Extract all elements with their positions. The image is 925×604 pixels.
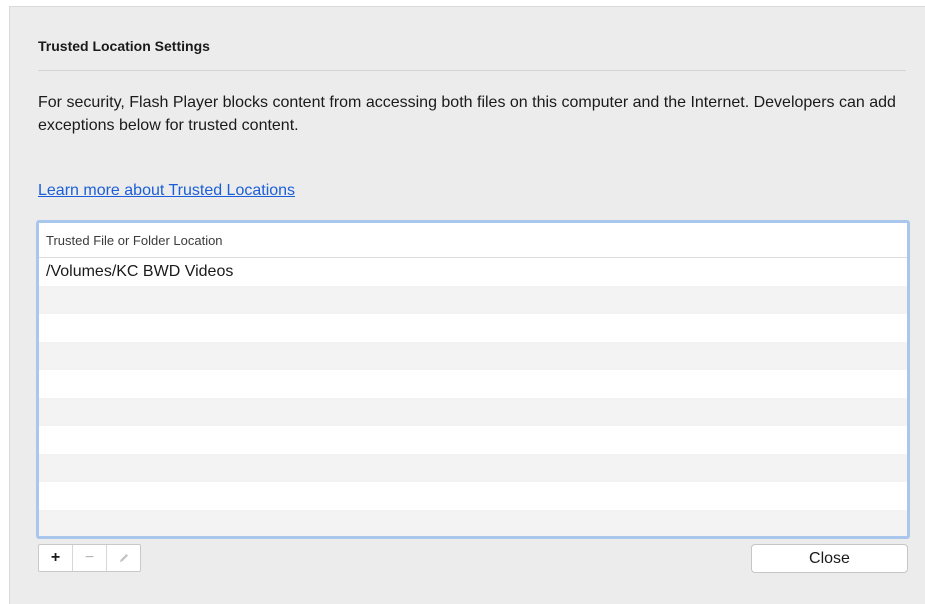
- table-row[interactable]: [39, 370, 907, 398]
- close-button[interactable]: Close: [751, 544, 908, 573]
- table-rows: /Volumes/KC BWD Videos: [39, 258, 907, 536]
- table-row[interactable]: [39, 286, 907, 314]
- edit-location-button[interactable]: [107, 545, 140, 571]
- table-row[interactable]: [39, 482, 907, 510]
- table-row[interactable]: [39, 454, 907, 482]
- table-column-header[interactable]: Trusted File or Folder Location: [39, 223, 907, 258]
- description-text: For security, Flash Player blocks conten…: [38, 94, 896, 134]
- learn-more-link[interactable]: Learn more about Trusted Locations: [38, 182, 295, 200]
- table-row[interactable]: [39, 398, 907, 426]
- table-row[interactable]: [39, 342, 907, 370]
- add-location-button[interactable]: +: [39, 545, 73, 571]
- trusted-location-settings-panel: Trusted Location Settings For security, …: [9, 6, 925, 604]
- table-row[interactable]: [39, 314, 907, 342]
- trusted-locations-table[interactable]: Trusted File or Folder Location /Volumes…: [36, 220, 910, 539]
- table-row[interactable]: [39, 510, 907, 536]
- pencil-icon: [119, 554, 128, 562]
- remove-location-button[interactable]: −: [73, 545, 107, 571]
- title-divider: [38, 70, 906, 71]
- table-edit-toolbar: + −: [38, 544, 141, 572]
- table-row[interactable]: [39, 426, 907, 454]
- table-row[interactable]: /Volumes/KC BWD Videos: [39, 258, 907, 286]
- section-title: Trusted Location Settings: [38, 38, 210, 54]
